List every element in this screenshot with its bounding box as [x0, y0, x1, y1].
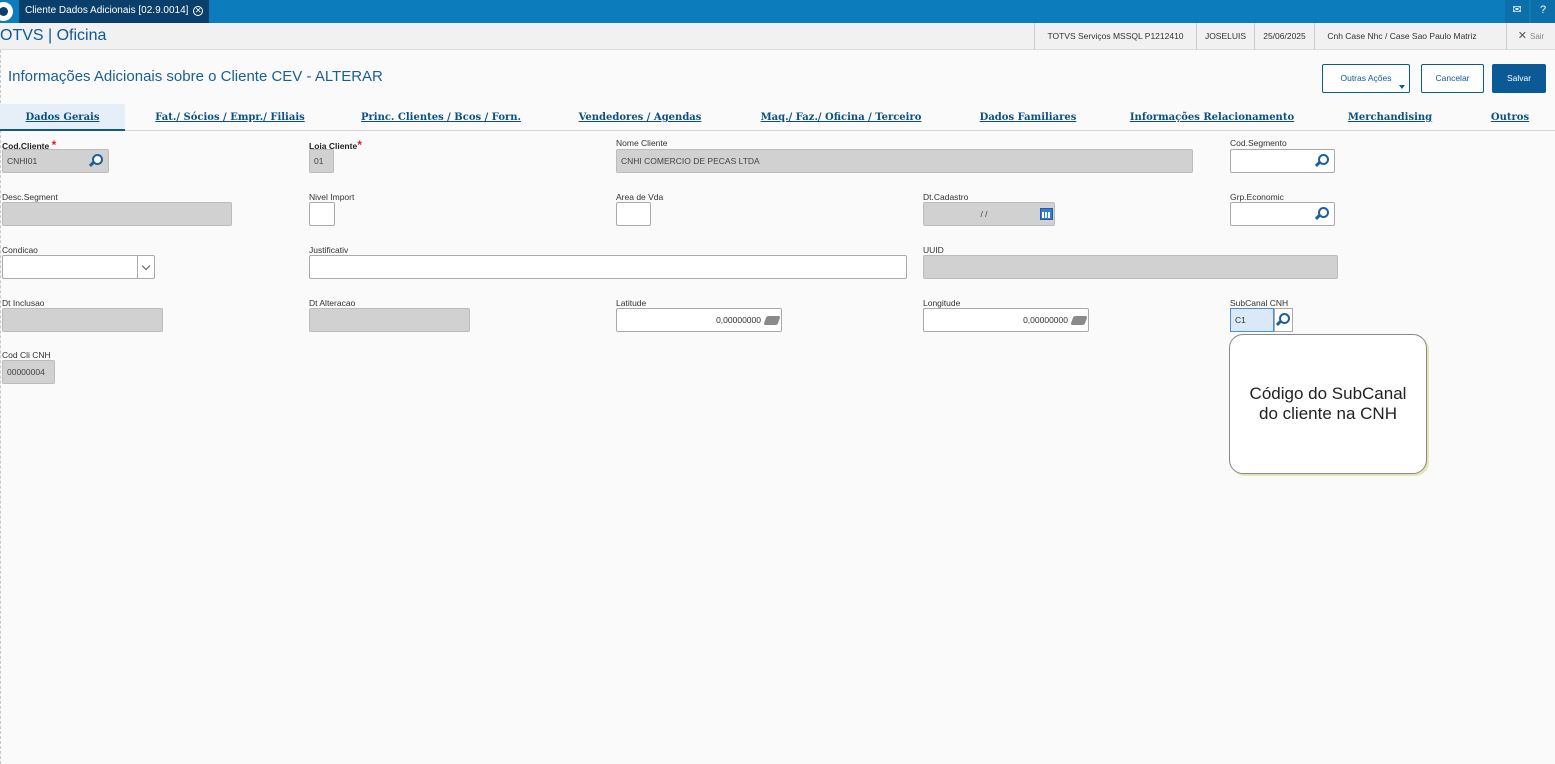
cod-cliente-field[interactable]: CNHI01 [2, 149, 109, 173]
desc-segment-label: Desc.Segment [2, 192, 58, 202]
subcanal-cnh-label: SubCanal CNH [1230, 298, 1289, 308]
tab-dados-gerais[interactable]: Dados Gerais [0, 104, 125, 131]
help-icon[interactable]: ? [1531, 0, 1555, 23]
date-info: 25/06/2025 [1254, 23, 1314, 50]
nivel-import-field[interactable] [309, 202, 335, 226]
search-icon[interactable] [1317, 154, 1329, 167]
grp-economic-label: Grp.Economic [1230, 192, 1284, 202]
longitude-field[interactable]: 0,00000000 [923, 308, 1089, 332]
latitude-value: 0,00000000 [716, 315, 761, 325]
environment-info: TOTVS Serviços MSSQL P1212410 [1034, 23, 1196, 50]
branch-info[interactable]: Cnh Case Nhc / Case Sao Paulo Matriz [1314, 23, 1489, 50]
area-vda-field[interactable] [616, 202, 651, 226]
tab-faturamento[interactable]: Fat./ Sócios / Empr./ Filiais [148, 104, 312, 131]
justificativ-field[interactable] [309, 255, 907, 279]
search-icon[interactable] [91, 154, 103, 167]
other-actions-button[interactable]: Outras Ações [1322, 64, 1410, 93]
tab-informacoes-relacionamento[interactable]: Informações Relacionamento [1126, 104, 1298, 131]
nome-cliente-field[interactable]: CNHI COMERCIO DE PECAS LTDA [616, 149, 1193, 173]
calculator-icon[interactable] [763, 316, 781, 325]
left-border [0, 50, 1, 764]
latitude-field[interactable]: 0,00000000 [616, 308, 782, 332]
desc-segment-field[interactable] [2, 202, 232, 226]
user-info: JOSELUIS [1196, 23, 1254, 50]
cod-cliente-value: CNHI01 [7, 156, 38, 166]
dt-cadastro-field[interactable]: / / [923, 202, 1055, 226]
close-tab-icon[interactable]: ✕ [193, 6, 204, 16]
save-button[interactable]: Salvar [1492, 64, 1546, 93]
cod-segmento-label: Cod.Segmento [1230, 138, 1287, 148]
calendar-icon[interactable] [1040, 208, 1053, 220]
search-icon[interactable] [1317, 207, 1329, 220]
search-icon [1278, 313, 1290, 326]
uuid-field[interactable] [923, 255, 1338, 279]
longitude-value: 0,00000000 [1023, 315, 1068, 325]
area-vda-label: Area de Vda [616, 192, 664, 202]
tab-outros[interactable]: Outros [1480, 104, 1540, 131]
mail-icon[interactable]: ✉ [1505, 0, 1529, 23]
totvs-logo-icon [0, 2, 13, 21]
app-title: OTVS | Oficina [0, 27, 107, 44]
exit-label: Sair [1529, 32, 1545, 41]
cod-segmento-field[interactable] [1230, 149, 1335, 173]
tab-maquinas[interactable]: Maq./ Faz./ Oficina / Terceiro [752, 104, 930, 131]
cod-cli-cnh-field[interactable]: 00000004 [2, 360, 55, 384]
cancel-button[interactable]: Cancelar [1421, 64, 1484, 93]
calculator-icon[interactable] [1070, 316, 1088, 325]
dt-cadastro-value: / / [980, 209, 988, 219]
condicao-label: Condicao [2, 245, 38, 255]
page-title: Informações Adicionais sobre o Cliente C… [8, 68, 383, 85]
dt-inclusao-field[interactable] [2, 308, 163, 332]
tab-vendedores[interactable]: Vendedores / Agendas [570, 104, 710, 131]
cod-cli-cnh-label: Cod Cli CNH [2, 350, 51, 360]
tab-dados-familiares[interactable]: Dados Familiares [972, 104, 1084, 131]
justificativ-label: Justificativ [309, 245, 349, 255]
dt-inclusao-label: Dt Inclusao [2, 298, 45, 308]
condicao-select[interactable] [2, 255, 155, 279]
nivel-import-label: Nivel Import [309, 192, 355, 202]
field-tooltip: Código do SubCanal do cliente na CNH [1229, 334, 1427, 474]
nome-cliente-label: Nome Cliente [616, 138, 668, 148]
dt-alteracao-field[interactable] [309, 308, 470, 332]
dt-cadastro-label: Dt.Cadastro [923, 192, 969, 202]
close-icon: ✕ [1517, 30, 1527, 42]
uuid-label: UUID [923, 245, 944, 255]
window-tab-title: Cliente Dados Adicionais [02.9.0014] [25, 5, 189, 16]
subcanal-cnh-field[interactable]: C1 [1230, 308, 1274, 332]
dt-alteracao-label: Dt Alteracao [309, 298, 356, 308]
subcanal-search-button[interactable] [1274, 308, 1293, 332]
loja-cliente-field[interactable]: 01 [309, 149, 334, 173]
top-bar: Cliente Dados Adicionais [02.9.0014] ✕ ✉… [0, 0, 1555, 23]
chevron-down-icon[interactable] [137, 256, 154, 278]
longitude-label: Longitude [923, 298, 961, 308]
header-bar: OTVS | Oficina TOTVS Serviços MSSQL P121… [0, 23, 1555, 50]
chevron-down-icon [1399, 85, 1405, 89]
tab-principais-clientes[interactable]: Princ. Clientes / Bcos / Forn. [355, 104, 527, 131]
tab-bar: Dados Gerais Fat./ Sócios / Empr./ Filia… [0, 104, 1555, 131]
other-actions-label: Outras Ações [1340, 73, 1392, 83]
exit-button[interactable]: ✕ Sair [1506, 23, 1555, 50]
tab-merchandising[interactable]: Merchandising [1340, 104, 1440, 131]
latitude-label: Latitude [616, 298, 647, 308]
grp-economic-field[interactable] [1230, 202, 1335, 226]
window-tab[interactable]: Cliente Dados Adicionais [02.9.0014] ✕ [19, 0, 210, 23]
